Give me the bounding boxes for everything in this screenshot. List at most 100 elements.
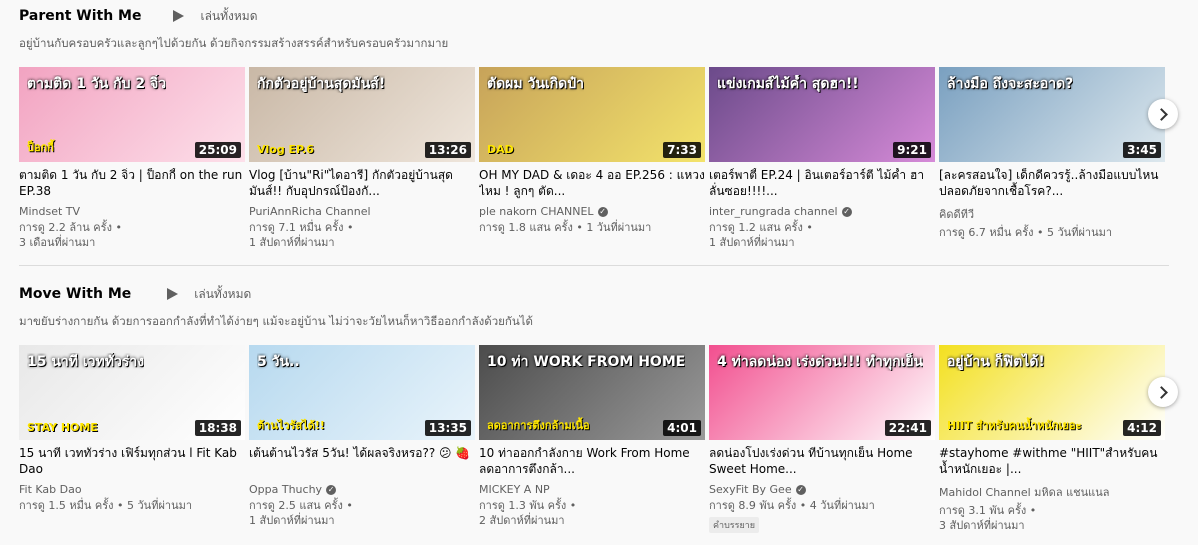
view-count: การดู 8.9 พัน ครั้ง • 4 วันที่ผ่านมา [709, 499, 875, 512]
thumbnail-subtext: HIIT สำหรับคนน้ำหนักเยอะ [947, 419, 1082, 432]
duration-badge: 22:41 [884, 420, 931, 436]
video-thumbnail[interactable]: 15 นาที เวททั่วร่าง STAY HOME 18:38 [19, 345, 245, 440]
channel-name[interactable]: SexyFit By Gee ✓ [709, 483, 935, 496]
video-card[interactable]: กักตัวอยู่บ้านสุดมันส์! Vlog EP.6 13:26 Vlo… [249, 67, 475, 250]
video-metadata: การดู 2.2 ล้าน ครั้ง • 3 เดือนที่ผ่านมา [19, 220, 245, 250]
upload-age: 3 สัปดาห์ที่ผ่านมา [939, 519, 1025, 532]
play-all-label: เล่นทั้งหมด [200, 8, 258, 23]
shelf-parent-with-me: Parent With Me เล่นทั้งหมด อยู่บ้านกับคร… [19, 5, 1169, 249]
video-metadata: การดู 8.9 พัน ครั้ง • 4 วันที่ผ่านมา [709, 498, 935, 513]
video-title[interactable]: 10 ท่าออกกำลังกาย Work From Home ลดอาการ… [479, 446, 705, 477]
video-title[interactable]: ลดน่องโปงเร่งด่วน ที่บ้านทุกเย็น Home Sw… [709, 446, 935, 477]
channel-name[interactable]: Mindset TV [19, 205, 245, 218]
video-title[interactable]: Vlog [บ้าน"Ri"ไดอารี่] กักตัวอยู่บ้านสุด… [249, 168, 475, 199]
video-thumbnail[interactable]: กักตัวอยู่บ้านสุดมันส์! Vlog EP.6 13:26 [249, 67, 475, 162]
video-thumbnail[interactable]: ตัดผม วันเกิดป๋า DAD 7:33 [479, 67, 705, 162]
channel-label: Mindset TV [19, 205, 81, 218]
thumbnail-text: อยู่บ้าน ก็ฟิตได้! [947, 354, 1045, 370]
video-metadata: การดู 2.5 แสน ครั้ง • 1 สัปดาห์ที่ผ่านมา [249, 498, 475, 528]
channel-name[interactable]: inter_rungrada channel ✓ [709, 205, 935, 218]
video-card[interactable]: 10 ท่า WORK FROM HOME ลดอาการตึงกล้ามเนื้… [479, 345, 705, 533]
play-all-button[interactable]: เล่นทั้งหมด [173, 7, 258, 26]
channel-name[interactable]: คิดดีทีวี [939, 205, 1165, 223]
thumbnail-subtext: ป็อกกี้ [27, 141, 54, 154]
video-thumbnail[interactable]: ล้างมือ ถึงจะสะอาด? 3:45 [939, 67, 1165, 162]
video-metadata: การดู 3.1 พัน ครั้ง • 3 สัปดาห์ที่ผ่านมา [939, 503, 1165, 533]
video-thumbnail[interactable]: อยู่บ้าน ก็ฟิตได้! HIIT สำหรับคนน้ำหนักเย… [939, 345, 1165, 440]
video-title[interactable]: #stayhome #withme "HIIT"สำหรับคนน้ำหนักเ… [939, 446, 1165, 477]
upload-age: 1 สัปดาห์ที่ผ่านมา [709, 236, 795, 249]
video-title[interactable]: OH MY DAD & เดอะ 4 ออ EP.256 : แหวง ไหม … [479, 168, 705, 199]
video-title[interactable]: เต้นต้านไวรัส 5วัน! ได้ผลจริงหรอ?? 😕 🍓 [249, 446, 475, 477]
verified-icon: ✓ [795, 484, 806, 495]
channel-label: คิดดีทีวี [939, 208, 975, 221]
video-thumbnail[interactable]: 10 ท่า WORK FROM HOME ลดอาการตึงกล้ามเนื้… [479, 345, 705, 440]
shelf-title[interactable]: Parent With Me [19, 8, 141, 24]
channel-name[interactable]: Mahidol Channel มหิดล แชนแนล [939, 483, 1165, 501]
chevron-right-icon [1155, 385, 1168, 399]
channel-label: PuriAnnRicha Channel [249, 205, 371, 218]
channel-name[interactable]: ple nakorn CHANNEL ✓ [479, 205, 705, 218]
duration-badge: 4:01 [663, 420, 701, 436]
upload-age: 1 สัปดาห์ที่ผ่านมา [249, 236, 335, 249]
thumbnail-text: ล้างมือ ถึงจะสะอาด? [947, 76, 1074, 92]
video-title[interactable]: ตามติด 1 วัน กับ 2 จิ๋ว | ป็อกกี้ on the… [19, 168, 245, 199]
video-title[interactable]: 15 นาที เวททั่วร่าง เฟิร์มทุกส่วน l Fit … [19, 446, 245, 477]
shelf-header: Move With Me เล่นทั้งหมด [19, 283, 1169, 305]
thumbnail-subtext: Vlog EP.6 [257, 143, 314, 156]
channel-name[interactable]: Oppa Thuchy ✓ [249, 483, 475, 496]
shelf-header: Parent With Me เล่นทั้งหมด [19, 5, 1169, 27]
channel-name[interactable]: Fit Kab Dao [19, 483, 245, 496]
video-metadata: การดู 1.8 แสน ครั้ง • 1 วันที่ผ่านมา [479, 220, 705, 235]
channel-label: MICKEY A NP [479, 483, 550, 496]
duration-badge: 4:12 [1123, 420, 1161, 436]
duration-badge: 9:21 [893, 142, 931, 158]
thumbnail-text: ตามติด 1 วัน กับ 2 จิ๋ว [27, 76, 167, 92]
view-count: การดู 1.3 พัน ครั้ง • [479, 499, 577, 512]
upload-age: 2 สัปดาห์ที่ผ่านมา [479, 514, 565, 527]
view-count: การดู 2.5 แสน ครั้ง • [249, 499, 353, 512]
verified-icon: ✓ [326, 484, 337, 495]
video-metadata: การดู 6.7 หมื่น ครั้ง • 5 วันที่ผ่านมา [939, 225, 1165, 240]
thumbnail-subtext: DAD [487, 143, 514, 156]
video-thumbnail[interactable]: 4 ท่าลดน่อง เร่งด่วน!!! ทำทุกเย็น 22:41 [709, 345, 935, 440]
video-thumbnail[interactable]: ตามติด 1 วัน กับ 2 จิ๋ว ป็อกกี้ 25:09 [19, 67, 245, 162]
video-row: ตามติด 1 วัน กับ 2 จิ๋ว ป็อกกี้ 25:09 ตามติ… [19, 67, 1169, 250]
next-arrow-button[interactable] [1148, 99, 1178, 129]
video-card[interactable]: อยู่บ้าน ก็ฟิตได้! HIIT สำหรับคนน้ำหนักเย… [939, 345, 1165, 533]
channel-name[interactable]: PuriAnnRicha Channel [249, 205, 475, 218]
video-title[interactable]: เตอร์พาตี้ EP.24 | อินเตอร์อาร์ตี ไม้ค้ำ… [709, 168, 935, 199]
duration-badge: 13:35 [424, 420, 471, 436]
channel-label: ple nakorn CHANNEL [479, 205, 594, 218]
thumbnail-text: 5 วัน.. [257, 354, 300, 370]
thumbnail-subtext: STAY HOME [27, 421, 98, 434]
video-card[interactable]: ตัดผม วันเกิดป๋า DAD 7:33 OH MY DAD & เดอะ … [479, 67, 705, 250]
shelf-title[interactable]: Move With Me [19, 286, 131, 302]
play-all-button[interactable]: เล่นทั้งหมด [167, 285, 251, 304]
video-thumbnail[interactable]: 5 วัน.. ต้านไวรัสได้!! 13:35 [249, 345, 475, 440]
video-row: 15 นาที เวททั่วร่าง STAY HOME 18:38 15 นาที… [19, 345, 1169, 533]
view-count: การดู 1.5 หมื่น ครั้ง • 5 วันที่ผ่านมา [19, 499, 193, 512]
chevron-right-icon [1155, 107, 1168, 121]
thumbnail-text: 10 ท่า WORK FROM HOME [487, 354, 686, 370]
video-card[interactable]: 4 ท่าลดน่อง เร่งด่วน!!! ทำทุกเย็น 22:41 ลด… [709, 345, 935, 533]
video-card[interactable]: ล้างมือ ถึงจะสะอาด? 3:45 [ละครสอนใจ] เด็กด… [939, 67, 1165, 250]
video-card[interactable]: 5 วัน.. ต้านไวรัสได้!! 13:35 เต้นต้านไวรัส … [249, 345, 475, 533]
video-title[interactable]: [ละครสอนใจ] เด็กดีควรรู้..ล้างมือแบบไหนป… [939, 168, 1165, 199]
view-count: การดู 3.1 พัน ครั้ง • [939, 504, 1037, 517]
channel-label: inter_rungrada channel [709, 205, 838, 218]
video-card[interactable]: แข่งเกมส์ไม้ค้ำ สุดฮา!! 9:21 เตอร์พาตี้ EP… [709, 67, 935, 250]
channel-name[interactable]: MICKEY A NP [479, 483, 705, 496]
view-count: การดู 1.2 แสน ครั้ง • [709, 221, 813, 234]
next-arrow-button[interactable] [1148, 377, 1178, 407]
video-thumbnail[interactable]: แข่งเกมส์ไม้ค้ำ สุดฮา!! 9:21 [709, 67, 935, 162]
shelf-divider [19, 265, 1169, 266]
thumbnail-subtext: ต้านไวรัสได้!! [257, 419, 325, 432]
play-icon [167, 288, 179, 300]
video-card[interactable]: ตามติด 1 วัน กับ 2 จิ๋ว ป็อกกี้ 25:09 ตามติ… [19, 67, 245, 250]
video-metadata: การดู 1.2 แสน ครั้ง • 1 สัปดาห์ที่ผ่านมา [709, 220, 935, 250]
verified-icon: ✓ [841, 206, 852, 217]
play-icon [173, 10, 185, 22]
channel-label: Oppa Thuchy [249, 483, 323, 496]
video-card[interactable]: 15 นาที เวททั่วร่าง STAY HOME 18:38 15 นาที… [19, 345, 245, 533]
